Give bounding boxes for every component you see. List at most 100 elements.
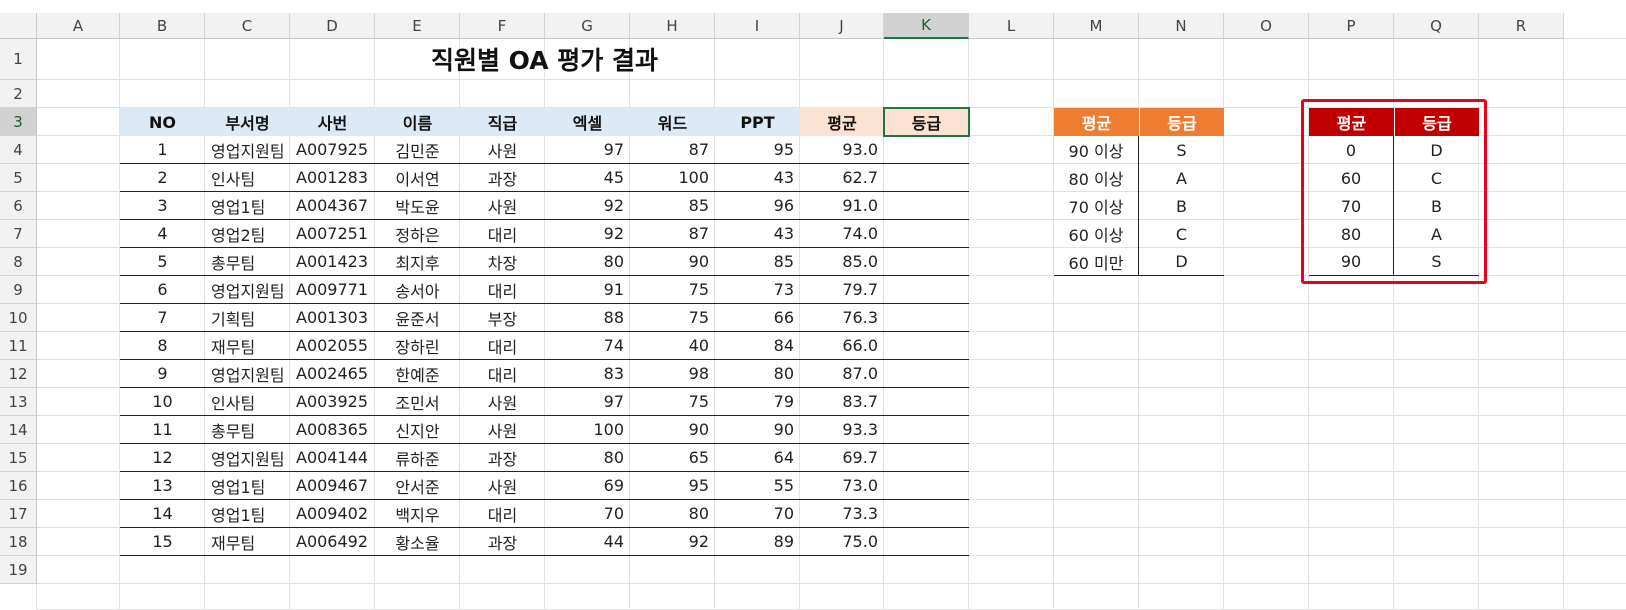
table-cell[interactable]: 인사팀 [205, 164, 290, 192]
table-cell[interactable]: A004144 [290, 444, 375, 472]
table-cell[interactable]: 총무팀 [205, 248, 290, 276]
table-cell[interactable]: 80 [545, 248, 630, 276]
table-cell[interactable]: A009771 [290, 276, 375, 304]
table-cell[interactable]: 재무팀 [205, 332, 290, 360]
header-cell-3[interactable]: 사번 [290, 108, 375, 136]
column-header-h[interactable]: H [630, 13, 715, 39]
table-cell[interactable]: 조민서 [375, 388, 460, 416]
table-cell[interactable]: 66.0 [800, 332, 884, 360]
table-cell[interactable]: 83.7 [800, 388, 884, 416]
column-header-o[interactable]: O [1224, 13, 1309, 39]
table-cell[interactable]: 92 [545, 220, 630, 248]
table-cell[interactable]: 90 [630, 416, 715, 444]
table-cell[interactable]: 83 [545, 360, 630, 388]
row-header-4[interactable]: 4 [0, 136, 37, 164]
table-cell[interactable] [884, 500, 969, 528]
row-header-17[interactable]: 17 [0, 500, 37, 528]
table-cell[interactable]: 92 [545, 192, 630, 220]
table-cell[interactable]: 과장 [460, 528, 545, 556]
table-cell[interactable] [884, 164, 969, 192]
grade-table-1-cell[interactable]: B [1139, 192, 1224, 220]
column-header-k[interactable]: K [884, 13, 969, 39]
table-cell[interactable]: 95 [630, 472, 715, 500]
table-cell[interactable]: 87.0 [800, 360, 884, 388]
header-cell-5[interactable]: 직급 [460, 108, 545, 136]
grade-table-1-cell[interactable]: 60 미만 [1054, 248, 1139, 276]
grade-table-1-cell[interactable]: S [1139, 136, 1224, 164]
table-cell[interactable]: 사원 [460, 192, 545, 220]
table-cell[interactable]: 79.7 [800, 276, 884, 304]
table-cell[interactable]: 90 [715, 416, 800, 444]
table-cell[interactable]: 80 [715, 360, 800, 388]
table-cell[interactable]: 7 [120, 304, 205, 332]
table-cell[interactable]: A007925 [290, 136, 375, 164]
table-cell[interactable]: 93.3 [800, 416, 884, 444]
table-cell[interactable]: 96 [715, 192, 800, 220]
table-cell[interactable]: 90 [630, 248, 715, 276]
table-cell[interactable]: 9 [120, 360, 205, 388]
table-cell[interactable]: A003925 [290, 388, 375, 416]
table-cell[interactable] [884, 332, 969, 360]
table-cell[interactable]: 부장 [460, 304, 545, 332]
table-cell[interactable]: 85 [630, 192, 715, 220]
column-header-p[interactable]: P [1309, 13, 1394, 39]
table-cell[interactable]: 영업지원팀 [205, 136, 290, 164]
table-cell[interactable]: A006492 [290, 528, 375, 556]
column-header-i[interactable]: I [715, 13, 800, 39]
table-cell[interactable]: 대리 [460, 332, 545, 360]
table-cell[interactable]: 류하준 [375, 444, 460, 472]
table-cell[interactable]: 73.3 [800, 500, 884, 528]
table-cell[interactable]: 과장 [460, 164, 545, 192]
grade-table-1-header[interactable]: 평균 [1054, 108, 1139, 136]
table-cell[interactable]: 총무팀 [205, 416, 290, 444]
table-cell[interactable]: 79 [715, 388, 800, 416]
table-cell[interactable]: 70 [545, 500, 630, 528]
column-header-e[interactable]: E [375, 13, 460, 39]
column-header-m[interactable]: M [1054, 13, 1139, 39]
table-cell[interactable] [884, 304, 969, 332]
table-cell[interactable]: 70 [715, 500, 800, 528]
table-cell[interactable]: 84 [715, 332, 800, 360]
table-cell[interactable]: 황소율 [375, 528, 460, 556]
table-cell[interactable]: 4 [120, 220, 205, 248]
table-cell[interactable]: 백지우 [375, 500, 460, 528]
header-cell-6[interactable]: 엑셀 [545, 108, 630, 136]
table-cell[interactable] [884, 136, 969, 164]
table-cell[interactable]: 이서연 [375, 164, 460, 192]
table-cell[interactable]: 92 [630, 528, 715, 556]
table-cell[interactable]: 영업2팀 [205, 220, 290, 248]
table-cell[interactable]: 97 [545, 388, 630, 416]
table-cell[interactable]: 95 [715, 136, 800, 164]
table-cell[interactable]: 75 [630, 304, 715, 332]
table-cell[interactable]: A009467 [290, 472, 375, 500]
header-cell-7[interactable]: 워드 [630, 108, 715, 136]
table-cell[interactable]: 14 [120, 500, 205, 528]
table-cell[interactable]: 12 [120, 444, 205, 472]
table-cell[interactable]: 69.7 [800, 444, 884, 472]
table-cell[interactable]: 40 [630, 332, 715, 360]
table-cell[interactable]: 기획팀 [205, 304, 290, 332]
table-cell[interactable]: 13 [120, 472, 205, 500]
table-cell[interactable]: 43 [715, 164, 800, 192]
column-header-a[interactable]: A [37, 13, 120, 39]
row-header-3[interactable]: 3 [0, 108, 37, 136]
table-cell[interactable]: 과장 [460, 444, 545, 472]
table-cell[interactable]: 15 [120, 528, 205, 556]
table-cell[interactable]: 안서준 [375, 472, 460, 500]
table-cell[interactable]: 75 [630, 388, 715, 416]
table-cell[interactable]: 3 [120, 192, 205, 220]
grade-table-1-header[interactable]: 등급 [1139, 108, 1224, 136]
table-cell[interactable]: 76.3 [800, 304, 884, 332]
table-cell[interactable]: 사원 [460, 136, 545, 164]
table-cell[interactable]: 87 [630, 220, 715, 248]
table-cell[interactable]: A009402 [290, 500, 375, 528]
header-cell-8[interactable]: PPT [715, 108, 800, 136]
row-header-11[interactable]: 11 [0, 332, 37, 360]
table-cell[interactable]: 100 [545, 416, 630, 444]
grade-table-1-cell[interactable]: A [1139, 164, 1224, 192]
table-cell[interactable]: 89 [715, 528, 800, 556]
table-cell[interactable]: 박도윤 [375, 192, 460, 220]
grade-table-1-cell[interactable]: 60 이상 [1054, 220, 1139, 248]
table-cell[interactable]: 44 [545, 528, 630, 556]
header-cell-1[interactable]: NO [120, 108, 205, 136]
